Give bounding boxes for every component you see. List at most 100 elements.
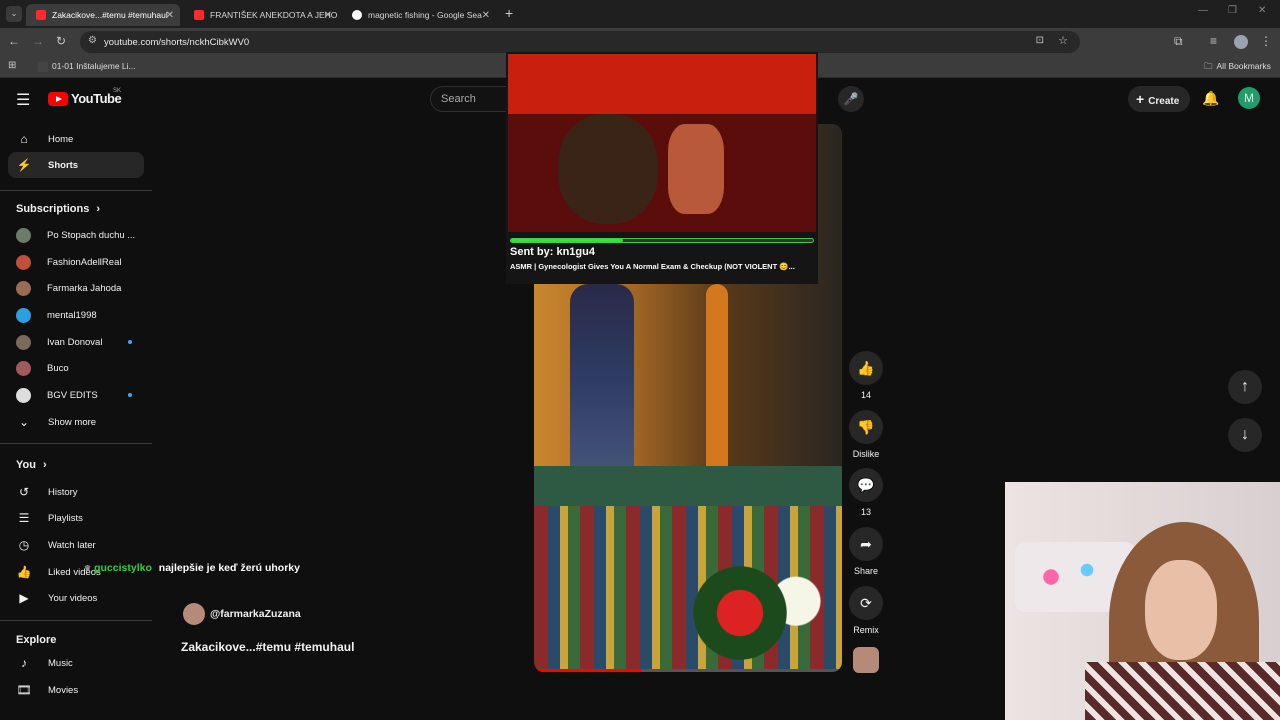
sidebar-item-movies[interactable]: 🎞 Movies	[8, 677, 144, 703]
sidebar-item-label: FashionAdellReal	[47, 256, 122, 268]
you-heading[interactable]: You ›	[16, 459, 47, 471]
chevron-right-icon: ›	[43, 459, 47, 471]
channel-avatar	[16, 387, 31, 403]
menu-kebab-icon[interactable]: ⋮	[1260, 34, 1272, 48]
star-icon[interactable]: ☆	[1058, 34, 1068, 47]
tab-search-icon[interactable]: ⌄	[6, 6, 22, 22]
account-avatar[interactable]: M	[1238, 87, 1260, 109]
sidebar-item-playlists[interactable]: ☰ Playlists	[8, 505, 144, 531]
sidebar-item-label: Music	[48, 657, 73, 669]
close-tab-icon[interactable]: ✕	[166, 10, 174, 21]
tab-magnetic-fishing[interactable]: magnetic fishing - Google Sea ✕	[342, 4, 496, 26]
sidebar-item-label: Playlists	[48, 512, 83, 524]
close-window-icon[interactable]: ✕	[1258, 5, 1266, 16]
like-count: 14	[860, 390, 871, 400]
address-bar[interactable]: ⚙ youtube.com/shorts/nckhCibkWV0 ⊡ ☆	[80, 31, 1080, 53]
sidebar-item-label: Shorts	[48, 159, 79, 171]
bookmark-item[interactable]: 01-01 Inštalujeme Li...	[38, 61, 136, 72]
streamer-face	[1145, 560, 1217, 660]
sidebar-item-subscription[interactable]: FashionAdellReal	[8, 249, 144, 275]
sound-avatar[interactable]	[853, 647, 879, 673]
close-tab-icon[interactable]: ✕	[482, 10, 490, 21]
sidebar-item-subscription[interactable]: Ivan Donoval	[8, 329, 144, 355]
back-icon[interactable]: ←	[8, 34, 20, 48]
thumbs-down-icon[interactable]: 👎	[849, 410, 883, 444]
sidebar-item-label: Your videos	[48, 592, 98, 604]
sidebar-item-subscription[interactable]: BGV EDITS	[8, 382, 144, 408]
thumbs-up-icon[interactable]: 👍	[849, 351, 883, 385]
music-icon: ♪	[21, 656, 27, 670]
hamburger-menu-icon[interactable]: ☰	[16, 90, 30, 110]
bookmark-favicon-icon	[38, 61, 48, 72]
share-action[interactable]: ➦ Share	[848, 527, 884, 576]
subscriptions-heading[interactable]: Subscriptions ›	[16, 203, 100, 215]
notifications-bell-icon[interactable]: 🔔	[1202, 90, 1219, 107]
sidebar-item-subscription[interactable]: mental1998	[8, 302, 144, 328]
tab-zakacikove[interactable]: Zakacikove...#temu #temuhaul ✕	[26, 4, 180, 26]
voice-search-button[interactable]: 🎤	[838, 86, 864, 112]
your-videos-icon: ▶	[19, 591, 29, 605]
divider	[0, 190, 152, 191]
sidebar-item-label: Home	[48, 133, 74, 145]
profile-icon[interactable]	[1234, 35, 1248, 49]
shorts-icon: ⚡	[16, 158, 32, 172]
extensions-icon[interactable]: ⧉	[1174, 34, 1183, 49]
minimize-icon[interactable]: —	[1198, 5, 1208, 16]
region-code: SK	[113, 88, 122, 94]
green-floor	[534, 466, 842, 506]
sidebar-item-watch-later[interactable]: ◷ Watch later	[8, 532, 144, 558]
popup-progress-bar	[510, 238, 814, 243]
sidebar-item-shorts[interactable]: ⚡ Shorts	[8, 152, 144, 178]
channel-handle[interactable]: @farmarkaZuzana	[210, 608, 301, 620]
create-button[interactable]: + Create	[1128, 86, 1190, 112]
comment-icon[interactable]: 💬	[849, 468, 883, 502]
sidebar-item-music[interactable]: ♪ Music	[8, 650, 144, 676]
comments-action[interactable]: 💬 13	[848, 468, 884, 517]
tab-title: FRANTIŠEK ANEKDOTA A JEHO	[210, 10, 338, 20]
sidebar-item-home[interactable]: ⌂ Home	[8, 126, 144, 152]
chat-badge-icon: ♛	[84, 564, 92, 573]
channel-avatar	[16, 360, 31, 376]
reload-icon[interactable]: ↻	[56, 34, 66, 48]
channel-avatar[interactable]	[183, 603, 205, 625]
channel-avatar	[16, 227, 31, 243]
remix-icon[interactable]: ⟳	[849, 586, 883, 620]
youtube-logo-icon[interactable]	[48, 92, 68, 106]
install-icon[interactable]: ⊡	[1036, 35, 1044, 46]
movies-icon: 🎞	[16, 683, 32, 697]
previous-short-button[interactable]: ↑	[1228, 370, 1262, 404]
channel-avatar	[16, 254, 31, 270]
close-tab-icon[interactable]: ✕	[324, 10, 332, 21]
dislike-action[interactable]: 👎 Dislike	[848, 410, 884, 459]
create-label: Create	[1148, 96, 1180, 107]
sidebar-item-subscription[interactable]: Buco	[8, 355, 144, 381]
streamer-sweater	[1085, 662, 1280, 720]
channel-avatar	[16, 334, 31, 350]
apps-grid-icon[interactable]: ⊞	[8, 60, 16, 71]
sidebar-item-history[interactable]: ↺ History	[8, 479, 144, 505]
like-action[interactable]: 👍 14	[848, 351, 884, 400]
media-icon[interactable]: ≡	[1210, 34, 1217, 48]
forward-icon[interactable]: →	[32, 34, 44, 48]
divider	[0, 620, 152, 621]
playlists-icon: ☰	[18, 511, 30, 525]
next-short-button[interactable]: ↓	[1228, 418, 1262, 452]
tab-frantisek[interactable]: FRANTIŠEK ANEKDOTA A JEHO ✕	[184, 4, 338, 26]
remix-action[interactable]: ⟳ Remix	[848, 586, 884, 635]
new-tab-icon[interactable]: +	[505, 5, 513, 21]
webcam-overlay	[1005, 482, 1280, 720]
share-icon[interactable]: ➦	[849, 527, 883, 561]
new-content-dot	[128, 393, 132, 397]
all-bookmarks[interactable]: 🗀 All Bookmarks	[1204, 61, 1271, 75]
sidebar-item-label: BGV EDITS	[47, 389, 98, 401]
sidebar-item-subscription[interactable]: Po Stopach duchu ...	[8, 222, 144, 248]
restore-icon[interactable]: ❐	[1228, 5, 1237, 16]
site-info-icon[interactable]: ⚙	[88, 35, 97, 46]
sidebar-item-subscription[interactable]: Farmarka Jahoda	[8, 275, 144, 301]
show-more-label: Show more	[48, 416, 97, 428]
watch-later-icon: ◷	[18, 538, 30, 552]
show-more-button[interactable]: ⌄ Show more	[8, 409, 144, 435]
red-cap	[508, 54, 816, 114]
popup-progress-fill	[511, 239, 623, 242]
sidebar-item-your-videos[interactable]: ▶ Your videos	[8, 585, 144, 611]
